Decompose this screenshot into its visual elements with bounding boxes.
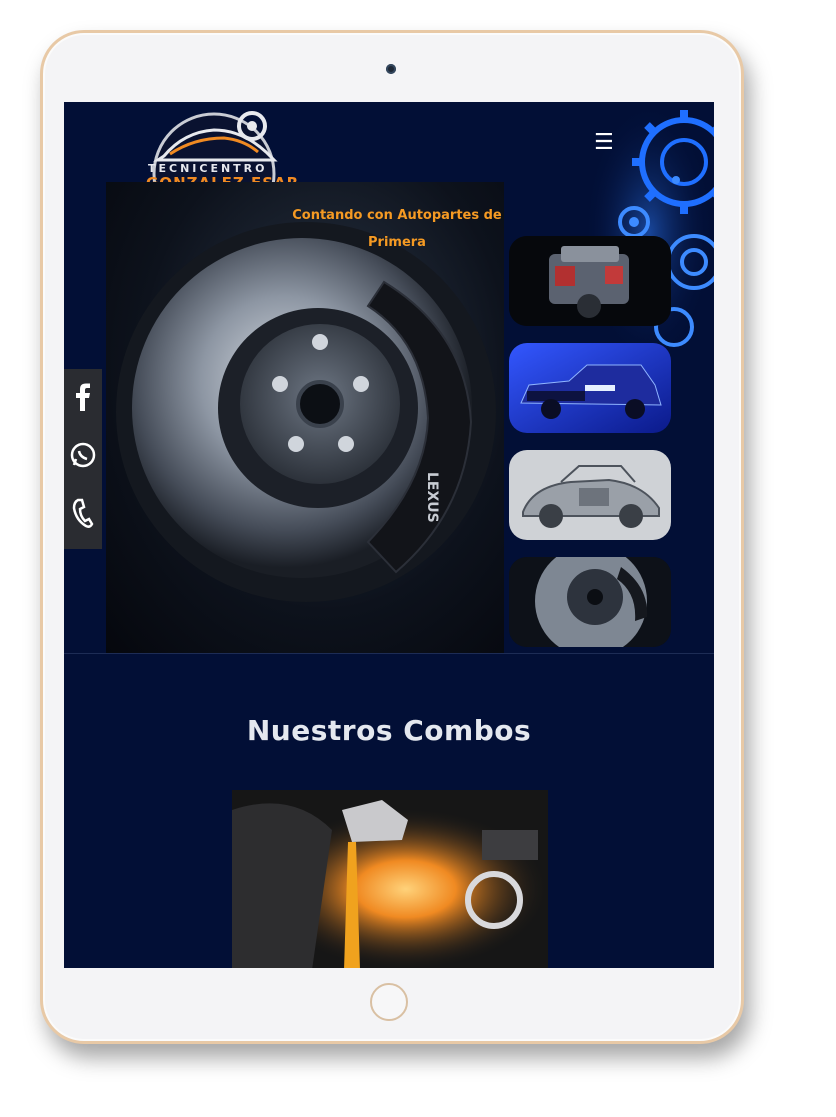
facebook-icon: [76, 383, 90, 411]
hero-image: LEXUS Contando con Autopartes de Primera: [106, 182, 504, 654]
combo-oil-image[interactable]: [232, 790, 548, 968]
brake-disc-small-icon: [509, 557, 671, 647]
hamburger-menu-button[interactable]: ☰: [594, 132, 616, 154]
phone-button[interactable]: [64, 487, 102, 539]
brake-disc-thumbnail[interactable]: [509, 557, 671, 647]
pickup-truck-thumbnail[interactable]: [509, 343, 671, 433]
pickup-truck-icon: [509, 343, 671, 433]
camera-icon: [386, 64, 396, 74]
whatsapp-button[interactable]: [64, 429, 102, 481]
caliper-label: LEXUS: [424, 472, 440, 523]
oil-pour-icon: [232, 790, 548, 968]
section-divider: [64, 653, 714, 654]
hero-caption: Contando con Autopartes de Primera: [292, 208, 502, 250]
home-button[interactable]: [370, 983, 408, 1021]
phone-icon: [72, 498, 94, 528]
website-screen: ★ ★ ★ TECNICENTRO GONZALEZ ESAR ☰: [64, 102, 714, 968]
engine-thumbnail[interactable]: [509, 236, 671, 326]
engine-icon: [509, 236, 671, 326]
facebook-button[interactable]: [64, 371, 102, 423]
menu-icon: ☰: [594, 130, 614, 155]
whatsapp-icon: [70, 442, 96, 468]
combos-heading: Nuestros Combos: [246, 714, 532, 747]
social-sidebar: [64, 369, 102, 549]
car-xray-icon: [509, 450, 671, 540]
car-xray-thumbnail[interactable]: [509, 450, 671, 540]
